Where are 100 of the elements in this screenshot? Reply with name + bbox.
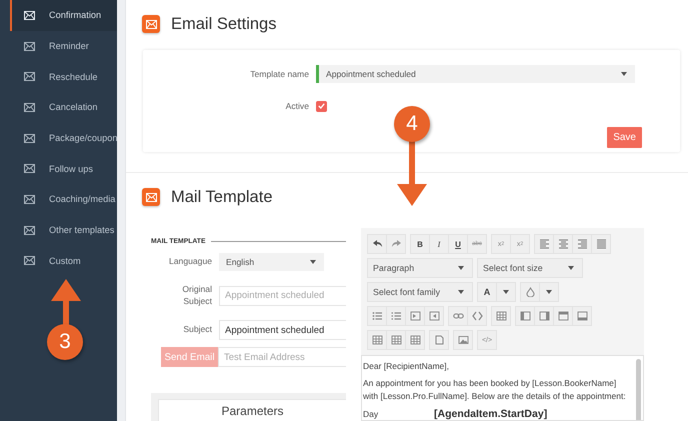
undo-button[interactable] <box>367 234 387 254</box>
align-left-icon <box>538 239 550 249</box>
field-label: Original Subject <box>181 284 212 308</box>
italic-button[interactable]: I <box>429 234 449 254</box>
number-list-icon <box>390 311 402 321</box>
toolbar-select[interactable]: Paragraph <box>367 258 473 278</box>
align-left-button[interactable] <box>534 234 554 254</box>
envelope-icon <box>24 102 35 112</box>
sidebar-item[interactable]: Cancelation <box>10 92 117 123</box>
outdent-button[interactable] <box>424 306 444 326</box>
col-right-icon <box>538 311 550 321</box>
bullet-list-button[interactable] <box>367 306 387 326</box>
unlink-button[interactable] <box>467 306 487 326</box>
undo-icon <box>372 239 382 249</box>
envelope-icon <box>24 42 35 51</box>
envelope-icon <box>142 15 160 33</box>
scrollbar[interactable] <box>636 359 641 420</box>
caret-icon <box>621 72 627 76</box>
number-list-button[interactable] <box>386 306 406 326</box>
align-center-button[interactable] <box>553 234 573 254</box>
bullet-list-icon <box>372 311 382 321</box>
field-label: Day <box>363 408 380 420</box>
sidebar-item[interactable]: Other templates <box>10 214 117 246</box>
panel-title: Parameters <box>221 404 284 420</box>
original-subject-field[interactable]: Appointment scheduled <box>219 286 346 306</box>
caret-icon <box>310 260 316 264</box>
bold-button[interactable]: B <box>410 234 430 254</box>
field-label: Subject <box>182 324 212 336</box>
language-select[interactable]: English <box>219 253 324 271</box>
callout-arrow <box>397 141 427 206</box>
envelope-icon <box>24 226 35 235</box>
subject-field[interactable]: Appointment scheduled <box>219 320 346 340</box>
caret-icon <box>568 266 574 270</box>
dropdown-button[interactable] <box>496 282 516 302</box>
dropdown-button[interactable] <box>539 282 559 302</box>
envelope-icon <box>24 10 35 20</box>
outdent-icon <box>428 311 440 321</box>
drop-button[interactable] <box>520 282 540 302</box>
font-color-button[interactable]: A <box>477 282 497 302</box>
indent-icon <box>410 311 420 321</box>
template-select[interactable]: Appointment scheduled <box>316 65 635 83</box>
grid-button[interactable] <box>386 330 406 350</box>
link-icon <box>452 311 464 321</box>
body-text: An appointment for you has been booked by [Lesson.BookerName] with [Lesson.Pro.FullName]. Below are the details of the appointment: <box>363 377 627 402</box>
toolbar-select[interactable]: Select font size <box>477 258 583 278</box>
redo-icon <box>390 239 402 249</box>
row-top-icon <box>558 311 568 321</box>
sidebar-item[interactable]: Follow ups <box>10 153 117 184</box>
row-top-button[interactable] <box>553 306 573 326</box>
callout-arrow <box>51 279 81 325</box>
envelope-icon <box>24 72 35 82</box>
col-left-icon <box>520 311 530 321</box>
field-label: Languague <box>168 256 212 268</box>
envelope-icon <box>24 164 35 174</box>
underline-button[interactable]: U <box>448 234 468 254</box>
image-icon <box>458 335 468 345</box>
table-icon <box>496 311 506 321</box>
envelope-icon <box>24 256 35 266</box>
sidebar-item[interactable]: Reschedule <box>10 61 117 92</box>
unlink-icon <box>472 311 482 321</box>
grid-button[interactable] <box>367 330 387 350</box>
col-left-button[interactable] <box>515 306 535 326</box>
grid-icon <box>410 335 420 345</box>
image-button[interactable] <box>453 330 473 350</box>
table-button[interactable] <box>491 306 511 326</box>
justify-button[interactable] <box>591 234 611 254</box>
indent-button[interactable] <box>405 306 425 326</box>
new-page-icon <box>434 335 444 345</box>
row-bottom-button[interactable] <box>572 306 592 326</box>
sidebar-item[interactable]: Custom <box>10 246 117 276</box>
justify-icon <box>596 239 606 249</box>
envelope-icon <box>24 134 35 143</box>
test-email-field[interactable]: Test Email Address <box>218 347 346 368</box>
link-button[interactable] <box>448 306 468 326</box>
grid-icon <box>372 335 382 345</box>
new-page-button[interactable] <box>429 330 449 350</box>
caret-icon <box>458 266 464 270</box>
body-text: Dear [RecipientName], <box>363 360 450 372</box>
active-checkbox[interactable] <box>316 100 327 112</box>
section-title: Mail Template <box>171 188 272 206</box>
toolbar-select[interactable]: Select font family <box>367 282 473 302</box>
sidebar-item[interactable]: Reminder <box>10 30 117 62</box>
grid-button[interactable] <box>405 330 425 350</box>
caret-icon <box>546 290 552 294</box>
row-bottom-icon <box>576 311 588 321</box>
envelope-icon <box>24 194 35 204</box>
editor-content[interactable]: Dear [RecipientName], An appointment for you has been booked by [Lesson.BookerName] with [Lesson.Pro.FullName]. Below are the details of the appointment: Day [AgendaItem.StartDay] <box>361 355 644 421</box>
sidebar-item[interactable]: Package/coupon <box>10 122 117 154</box>
align-right-button[interactable] <box>572 234 592 254</box>
grid-icon <box>390 335 402 345</box>
sidebar-item[interactable]: Coaching/media <box>10 184 117 215</box>
col-right-button[interactable] <box>534 306 554 326</box>
section-title: Email Settings <box>171 14 276 34</box>
placeholder-token: [AgendaItem.StartDay] <box>434 406 548 420</box>
sidebar-item[interactable]: Confirmation <box>10 0 117 31</box>
field-label: Template name <box>249 69 310 79</box>
caret-icon <box>503 290 509 294</box>
drop-icon <box>524 287 536 297</box>
envelope-icon <box>142 188 160 206</box>
align-right-icon <box>576 239 588 249</box>
